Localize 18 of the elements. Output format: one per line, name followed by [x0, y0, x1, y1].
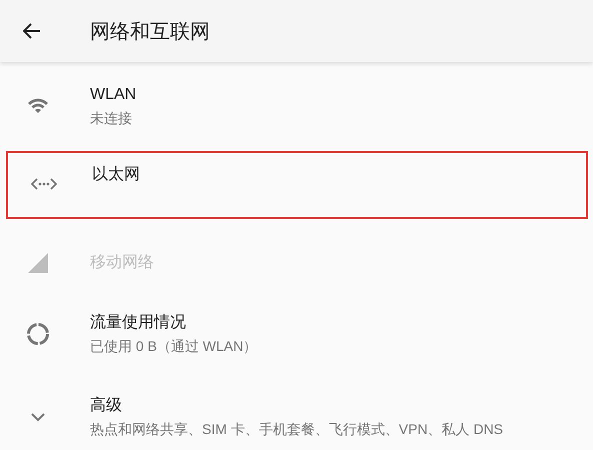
item-summary: 未连接: [90, 109, 133, 128]
wifi-icon: [27, 97, 49, 115]
signal-icon: [27, 252, 49, 274]
item-title: 移动网络: [90, 253, 154, 273]
data-usage-icon: [26, 322, 50, 346]
settings-item[interactable]: 以太网: [6, 151, 588, 219]
back-icon[interactable]: [23, 23, 41, 39]
expand-icon: [30, 412, 46, 422]
item-title: 高级: [90, 396, 123, 416]
settings-item[interactable]: WLAN 未连接: [0, 66, 593, 146]
settings-item[interactable]: 高级 热点和网络共享、SIM 卡、手机套餐、飞行模式、VPN、私人 DNS: [0, 377, 593, 450]
item-summary: 热点和网络共享、SIM 卡、手机套餐、飞行模式、VPN、私人 DNS: [90, 420, 504, 439]
page-title: 网络和互联网: [90, 20, 210, 44]
ethernet-icon: [31, 177, 57, 191]
item-summary: 已使用 0 B（通过 WLAN）: [90, 337, 258, 356]
item-title: 流量使用情况: [90, 312, 187, 333]
item-title: 以太网: [92, 164, 140, 185]
item-title: WLAN: [90, 85, 136, 105]
